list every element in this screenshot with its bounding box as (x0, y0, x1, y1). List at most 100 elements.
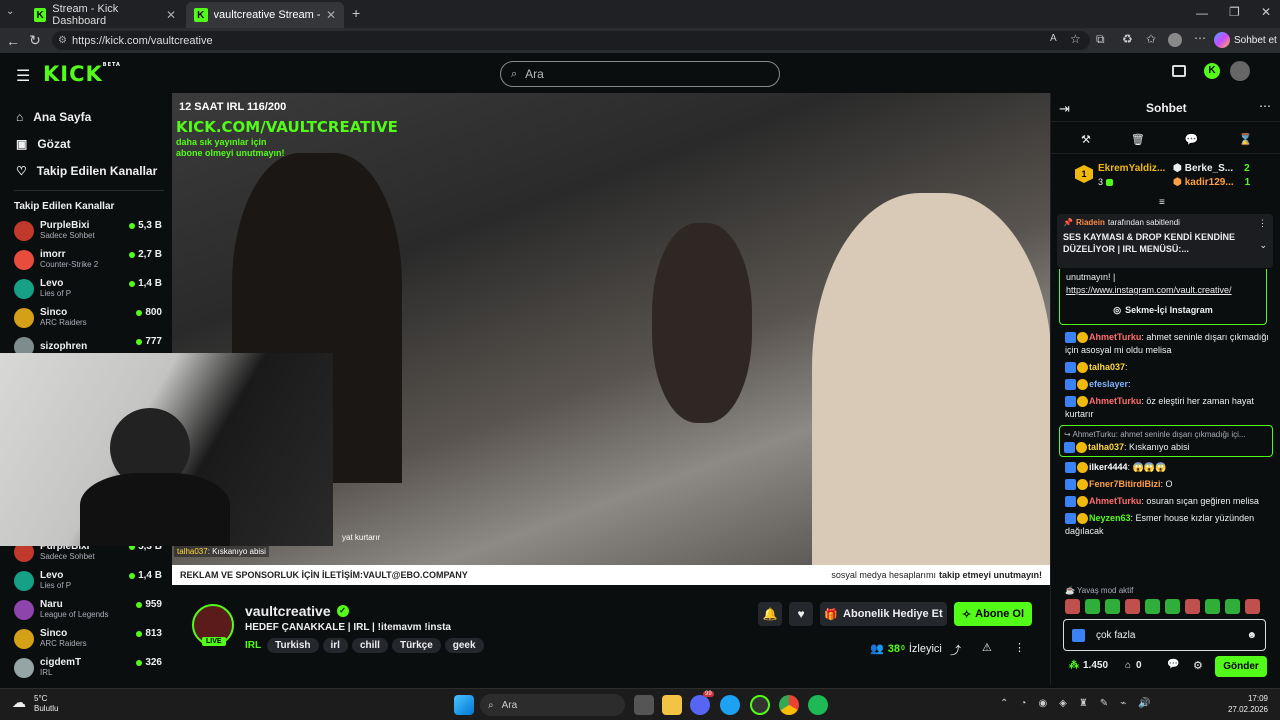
pinned-more-icon[interactable]: ⋮ (1258, 218, 1267, 229)
subscribe-button[interactable]: ✧ Abone Ol (954, 602, 1032, 626)
kick-wallet-icon[interactable]: K (1204, 63, 1220, 79)
taskbar-search[interactable]: ⌕ Ara (480, 694, 625, 716)
share-icon[interactable]: ⤴ (950, 642, 961, 658)
chat-message[interactable]: talha037: (1051, 359, 1280, 376)
instagram-button[interactable]: ◎ Sekme-İçi Instagram (1066, 302, 1260, 318)
collapse-chat-icon[interactable]: ⇥ (1059, 101, 1070, 117)
extensions-icon[interactable]: ⧉ (1096, 32, 1105, 47)
chat-username[interactable]: AhmetTurku (1089, 496, 1141, 506)
tray-app-icon[interactable]: ♜ (1079, 698, 1088, 709)
chat-message[interactable]: AhmetTurku: osuran sıçan geğiren melisa (1051, 493, 1280, 510)
chat-message[interactable]: efeslayer: (1051, 376, 1280, 393)
emote-icon[interactable] (1065, 599, 1080, 614)
start-icon[interactable] (454, 695, 474, 715)
emote-icon[interactable] (1105, 599, 1120, 614)
close-icon[interactable]: ✕ (326, 8, 336, 22)
read-aloud-icon[interactable]: A (1050, 33, 1057, 44)
chat-rules-icon[interactable]: 💬 (1167, 659, 1179, 670)
leader-name[interactable]: Berke_S... (1185, 163, 1233, 174)
volume-icon[interactable]: 🔊 (1138, 698, 1150, 709)
tag-pill[interactable]: geek (444, 638, 484, 653)
chat-settings-more-icon[interactable]: ⋯ (1259, 99, 1271, 113)
tray-app-icon[interactable]: ◉ (1038, 698, 1047, 709)
emote-icon[interactable] (1145, 599, 1160, 614)
weather-widget[interactable]: 5°C Bulutlu (34, 694, 58, 714)
tag-pill[interactable]: irl (322, 638, 348, 653)
send-button[interactable]: Gönder (1215, 656, 1267, 677)
chat-message[interactable]: AhmetTurku: öz eleştiri her zaman hayat … (1051, 393, 1280, 423)
points-display[interactable]: ⁂ 1.450 (1069, 660, 1108, 671)
chat-username[interactable]: ilker4444 (1089, 462, 1128, 472)
copilot-button[interactable]: Sohbet et (1214, 32, 1277, 48)
chrome-icon[interactable] (779, 695, 799, 715)
tag-pill[interactable]: Türkçe (391, 638, 441, 653)
sidebar-item-following[interactable]: ♡ Takip Edilen Kanallar (0, 157, 172, 184)
gear-icon[interactable]: ⚙ (1193, 659, 1203, 672)
streamer-name[interactable]: vaultcreative (245, 603, 331, 619)
emote-icon[interactable] (1185, 599, 1200, 614)
follow-button[interactable]: ♥ (789, 602, 813, 626)
chat-username[interactable]: efeslayer (1089, 379, 1128, 389)
edge-icon[interactable] (720, 695, 740, 715)
collections-icon[interactable]: ♻ (1122, 32, 1133, 46)
emote-icon[interactable] (1165, 599, 1180, 614)
chat-bubble-icon[interactable]: 💬 (1185, 133, 1199, 146)
emote-icon[interactable] (1085, 599, 1100, 614)
followed-channel[interactable]: cigdemT IRL 326 (0, 653, 172, 682)
sidebar-item-browse[interactable]: ▣ Gözat (0, 130, 172, 157)
discord-icon[interactable] (690, 695, 710, 715)
stream-category[interactable]: IRL (245, 640, 261, 651)
chat-message[interactable]: AhmetTurku: ahmet seninle dışarı çıkmadı… (1051, 329, 1280, 359)
followed-channel[interactable]: Sinco ARC Raiders 800 (0, 303, 172, 332)
trash-icon[interactable]: 🗑 (1131, 133, 1145, 146)
report-icon[interactable]: ⚠ (982, 641, 992, 654)
kick-logo[interactable]: KICKBETA (43, 62, 121, 86)
emote-icon[interactable] (1205, 599, 1220, 614)
chat-message[interactable]: ilker4444: 😱😱😱 (1051, 459, 1280, 476)
back-icon[interactable]: ← (2, 33, 24, 49)
window-close-icon[interactable]: ✕ (1261, 5, 1271, 19)
chat-input[interactable]: çok fazla ☻ (1063, 619, 1266, 651)
favorite-icon[interactable]: ☆ (1070, 32, 1081, 46)
followed-channel[interactable]: Levo Lies of P 1,4 B (0, 274, 172, 303)
user-avatar[interactable] (1230, 61, 1250, 81)
app-icon[interactable] (750, 695, 770, 715)
tag-pill[interactable]: chill (351, 638, 388, 653)
new-tab-icon[interactable]: + (352, 5, 360, 21)
file-explorer-icon[interactable] (662, 695, 682, 715)
notification-bell-button[interactable]: 🔔 (758, 602, 782, 626)
weather-icon[interactable]: ☁ (12, 694, 26, 711)
search-input[interactable]: ⌕ Ara (500, 61, 780, 87)
chat-username[interactable]: talha037 (1088, 442, 1124, 452)
close-icon[interactable]: ✕ (166, 8, 176, 22)
url-field[interactable]: ⚙ https://kick.com/vaultcreative (52, 31, 1090, 50)
more-icon[interactable]: ⋯ (1194, 31, 1206, 45)
site-info-icon[interactable]: ⚙ (58, 35, 67, 46)
emote-icon[interactable] (1225, 599, 1240, 614)
pinned-link[interactable]: https://www.instagram.com/vault.creative… (1066, 284, 1260, 297)
emote-icon[interactable] (1245, 599, 1260, 614)
clips-icon[interactable] (1172, 65, 1186, 77)
network-icon[interactable]: ⌁ (1120, 698, 1126, 709)
tray-expand-icon[interactable]: ⌃ (1000, 698, 1008, 709)
more-user-icon[interactable]: ⋮ (1014, 641, 1025, 654)
followed-channel[interactable]: Sinco ARC Raiders 813 (0, 624, 172, 653)
followed-channel[interactable]: PurpleBixi Sadece Sohbet 5,3 B (0, 216, 172, 245)
emote-icon[interactable] (1125, 599, 1140, 614)
menu-icon[interactable]: ☰ (16, 66, 30, 86)
chat-username[interactable]: AhmetTurku (1089, 332, 1141, 342)
favorites-bar-icon[interactable]: ✩ (1146, 32, 1156, 46)
expand-leaderboard-icon[interactable]: ≡ (1159, 197, 1165, 208)
pinned-message[interactable]: 📌 Riadein tarafından sabitlendi SES KAYMAS… (1057, 214, 1273, 268)
followed-channel[interactable]: imorr Counter-Strike 2 2,7 B (0, 245, 172, 274)
minimize-icon[interactable]: — (1196, 6, 1208, 20)
maximize-icon[interactable]: ❐ (1229, 5, 1240, 19)
chat-message[interactable]: Neyzen63: Esmer house kızlar yüzünden da… (1051, 510, 1280, 540)
hammer-icon[interactable]: ⚒ (1081, 133, 1091, 146)
tag-pill[interactable]: Turkish (267, 638, 319, 653)
timer-icon[interactable]: ⌛ (1239, 133, 1253, 146)
tray-app-icon[interactable]: ✎ (1100, 698, 1108, 709)
tray-app-icon[interactable]: ◔ (1020, 698, 1026, 709)
profile-avatar-icon[interactable] (1168, 33, 1182, 47)
spotify-icon[interactable] (808, 695, 828, 715)
